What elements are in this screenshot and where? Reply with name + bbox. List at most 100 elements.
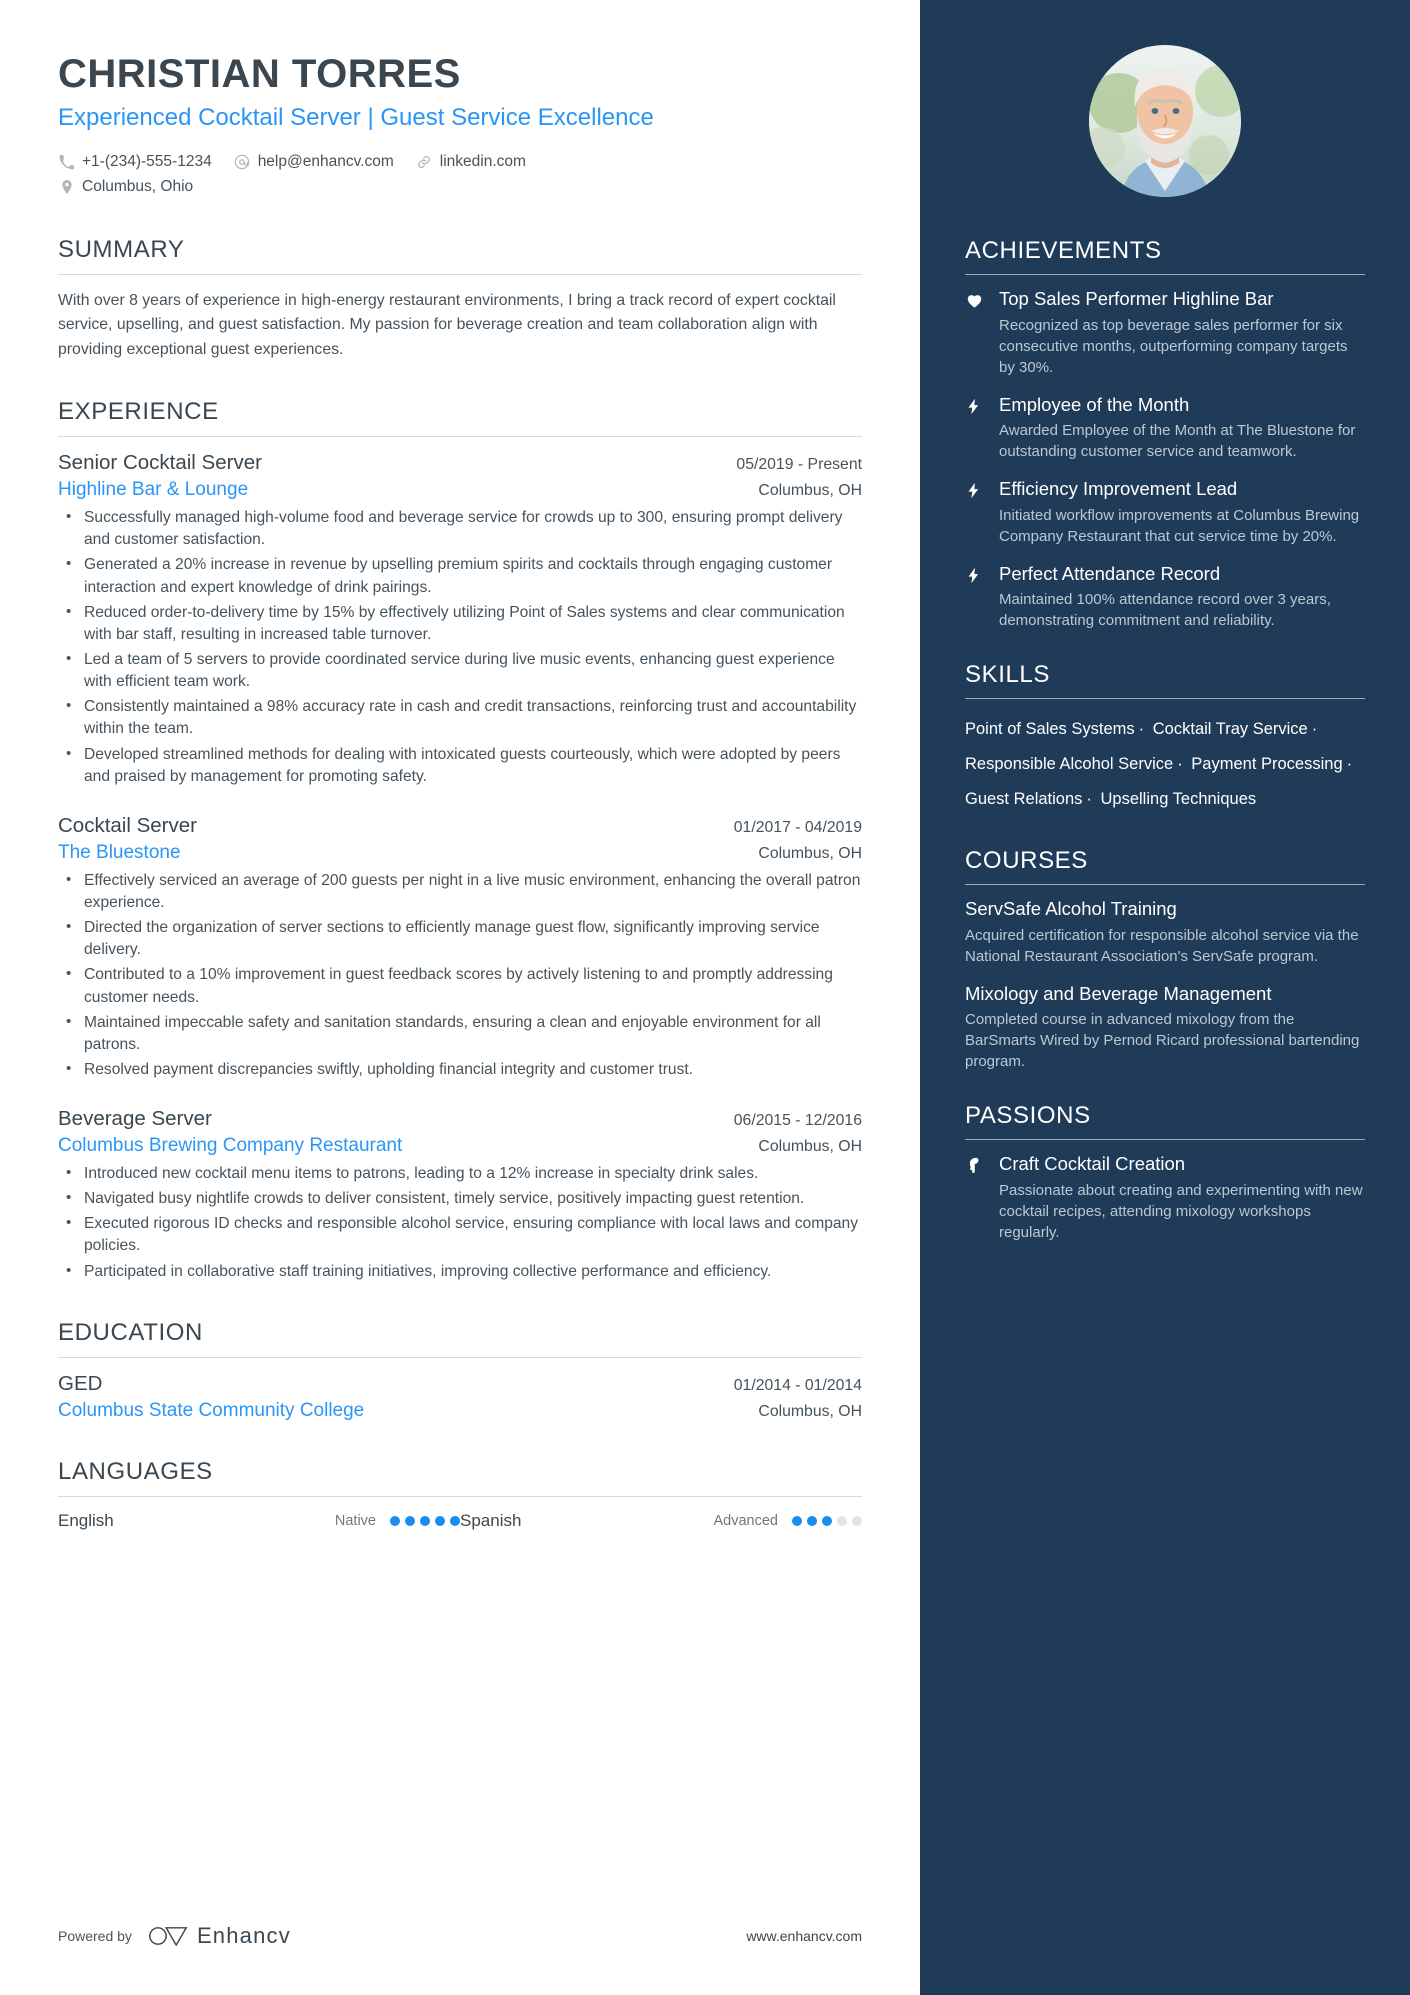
education-location: Columbus, OH — [758, 1402, 862, 1420]
contact-linkedin-text: linkedin.com — [439, 153, 526, 171]
experience-item-subheader: Columbus Brewing Company Restaurant Colu… — [58, 1135, 862, 1157]
skill-item: Guest Relations — [965, 790, 1083, 809]
achievement-description: Awarded Employee of the Month at The Blu… — [999, 422, 1356, 461]
avatar — [1089, 45, 1241, 197]
achievements-divider — [965, 274, 1365, 275]
proficiency-dot — [450, 1515, 460, 1526]
job-location: Columbus, OH — [758, 844, 862, 862]
language-level: Advanced — [713, 1512, 779, 1529]
course-title: ServSafe Alcohol Training — [965, 898, 1177, 920]
contact-linkedin[interactable]: linkedin.com — [416, 150, 526, 175]
language-item: Spanish Advanced — [460, 1511, 862, 1531]
job-bullet: Successfully managed high-volume food an… — [58, 506, 862, 551]
section-languages: LANGUAGES English Native Spanish Advance… — [58, 1458, 862, 1531]
job-company[interactable]: Columbus Brewing Company Restaurant — [58, 1135, 402, 1157]
experience-item-header: Senior Cocktail Server 05/2019 - Present — [58, 451, 862, 475]
proficiency-dot — [837, 1515, 847, 1526]
proficiency-dot — [390, 1515, 400, 1526]
proficiency-dot — [420, 1515, 430, 1526]
contact-email-text: help@enhancv.com — [257, 153, 394, 171]
achievement-title: Employee of the Month — [999, 393, 1190, 415]
achievement-title: Perfect Attendance Record — [999, 562, 1221, 584]
job-bullet: Effectively serviced an average of 200 g… — [58, 869, 862, 914]
job-title: Senior Cocktail Server — [58, 451, 262, 475]
passion-item: Craft Cocktail Creation Passionate about… — [965, 1153, 1365, 1243]
job-bullet: Reduced order-to-delivery time by 15% by… — [58, 601, 862, 646]
bolt-icon — [965, 394, 999, 463]
courses-divider — [965, 884, 1365, 886]
section-courses: COURSES ServSafe Alcohol Training Acquir… — [965, 847, 1365, 1072]
experience-item: Beverage Server 06/2015 - 12/2016 Columb… — [58, 1107, 862, 1283]
website-url[interactable]: www.enhancv.com — [746, 1928, 862, 1944]
contact-phone-text: +1-(234)-555-1234 — [82, 153, 212, 171]
job-bullet-list: Introduced new cocktail menu items to pa… — [58, 1162, 862, 1283]
contact-email[interactable]: help@enhancv.com — [234, 150, 394, 175]
experience-item-subheader: Highline Bar & Lounge Columbus, OH — [58, 479, 862, 501]
section-passions: PASSIONS Craft Cocktail Creation Passion… — [965, 1102, 1365, 1243]
achievement-body: Efficiency Improvement Lead Initiated wo… — [999, 478, 1365, 547]
job-title: Cocktail Server — [58, 813, 197, 837]
passions-heading: PASSIONS — [965, 1102, 1091, 1130]
contact-location-text: Columbus, Ohio — [82, 177, 194, 195]
main-column: CHRISTIAN TORRES Experienced Cocktail Se… — [0, 0, 920, 1995]
skills-heading: SKILLS — [965, 661, 1050, 689]
language-name: Spanish — [460, 1510, 522, 1530]
passions-list: Craft Cocktail Creation Passionate about… — [965, 1153, 1365, 1243]
education-item-header: GED 01/2014 - 01/2014 — [58, 1372, 862, 1396]
job-bullet: Participated in collaborative staff trai… — [58, 1260, 862, 1283]
contact-phone[interactable]: +1-(234)-555-1234 — [58, 150, 212, 175]
job-bullet: Developed streamlined methods for dealin… — [58, 743, 862, 788]
education-school[interactable]: Columbus State Community College — [58, 1400, 364, 1422]
education-divider — [58, 1356, 862, 1358]
languages-list: English Native Spanish Advanced — [58, 1511, 862, 1531]
skill-separator: · — [1138, 720, 1145, 739]
job-company[interactable]: The Bluestone — [58, 842, 181, 864]
section-skills: SKILLS Point of Sales Systems · Cocktail … — [965, 661, 1365, 817]
skill-separator: · — [1086, 790, 1092, 809]
education-item-subheader: Columbus State Community College Columbu… — [58, 1400, 862, 1422]
course-item: ServSafe Alcohol Training Acquired certi… — [965, 898, 1365, 967]
enhancv-wordmark: Enhancv — [196, 1923, 291, 1948]
achievement-description: Initiated workflow improvements at Colum… — [999, 506, 1360, 545]
achievement-body: Perfect Attendance Record Maintained 100… — [999, 563, 1365, 632]
job-bullet: Resolved payment discrepancies swiftly, … — [58, 1058, 862, 1081]
skill-item: Payment Processing — [1191, 755, 1343, 774]
section-education: EDUCATION GED 01/2014 - 01/2014 Columbus… — [58, 1319, 862, 1422]
experience-divider — [58, 436, 862, 438]
achievements-list: Top Sales Performer Highline Bar Recogni… — [965, 288, 1365, 631]
job-bullet: Maintained impeccable safety and sanitat… — [58, 1011, 862, 1056]
language-name: English — [58, 1510, 114, 1530]
experience-item-subheader: The Bluestone Columbus, OH — [58, 842, 862, 864]
summary-heading: SUMMARY — [58, 235, 185, 263]
job-bullet: Directed the organization of server sect… — [58, 916, 862, 961]
job-company[interactable]: Highline Bar & Lounge — [58, 479, 248, 501]
skill-item: Cocktail Tray Service — [1152, 720, 1308, 739]
job-bullet: Navigated busy nightlife crowds to deliv… — [58, 1187, 862, 1210]
experience-heading: EXPERIENCE — [58, 398, 219, 426]
job-bullet: Consistently maintained a 98% accuracy r… — [58, 695, 862, 740]
achievement-item: Top Sales Performer Highline Bar Recogni… — [965, 288, 1365, 378]
education-degree: GED — [58, 1371, 103, 1395]
proficiency-dot — [435, 1515, 445, 1526]
job-dates: 01/2017 - 04/2019 — [733, 818, 862, 836]
summary-text: With over 8 years of experience in high-… — [58, 291, 836, 358]
achievement-item: Efficiency Improvement Lead Initiated wo… — [965, 478, 1365, 547]
job-bullet: Executed rigorous ID checks and responsi… — [58, 1212, 862, 1257]
courses-list: ServSafe Alcohol Training Acquired certi… — [965, 898, 1365, 1072]
skill-separator: · — [1177, 755, 1183, 774]
job-dates: 05/2019 - Present — [736, 456, 862, 474]
achievement-description: Recognized as top beverage sales perform… — [999, 316, 1348, 376]
job-bullet: Introduced new cocktail menu items to pa… — [58, 1162, 862, 1185]
avatar-portrait-icon — [1089, 45, 1241, 197]
experience-item-header: Beverage Server 06/2015 - 12/2016 — [58, 1107, 862, 1131]
job-location: Columbus, OH — [758, 482, 862, 500]
section-achievements: ACHIEVEMENTS Top Sales Performer Highlin… — [965, 237, 1365, 631]
language-proficiency-dots — [390, 1515, 460, 1526]
section-summary: SUMMARY With over 8 years of experience … — [58, 236, 862, 362]
summary-divider — [58, 273, 862, 275]
education-item: GED 01/2014 - 01/2014 Columbus State Com… — [58, 1372, 862, 1422]
proficiency-dot — [405, 1515, 415, 1526]
bolt-icon — [965, 478, 999, 547]
job-dates: 06/2015 - 12/2016 — [733, 1112, 862, 1130]
skill-separator: · — [1346, 755, 1353, 774]
